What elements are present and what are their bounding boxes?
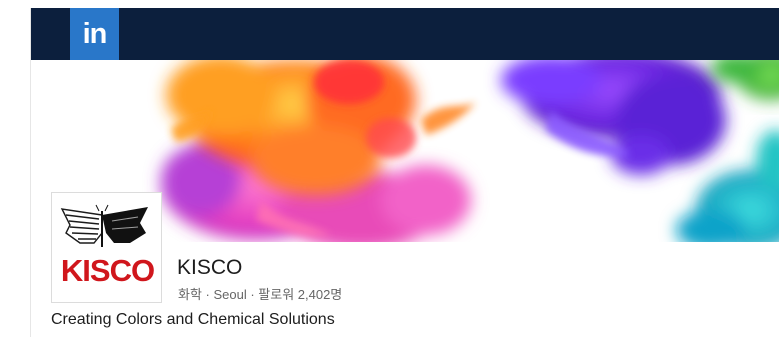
linkedin-header-bar: in [31,8,779,60]
linkedin-logo-text: in [82,17,108,50]
company-logo[interactable]: KISCO [51,192,162,303]
company-tagline: Creating Colors and Chemical Solutions [51,311,335,328]
kisco-wordmark: KISCO [60,253,155,288]
linkedin-logo-icon[interactable]: in [70,8,119,60]
company-meta: 화학 · Seoul · 팔로워 2,402명 [178,287,343,302]
company-name[interactable]: KISCO [177,256,242,280]
company-profile-card: in KISCO KISCO 화학 · Seoul · 팔로워 2,402명 C… [30,8,779,337]
